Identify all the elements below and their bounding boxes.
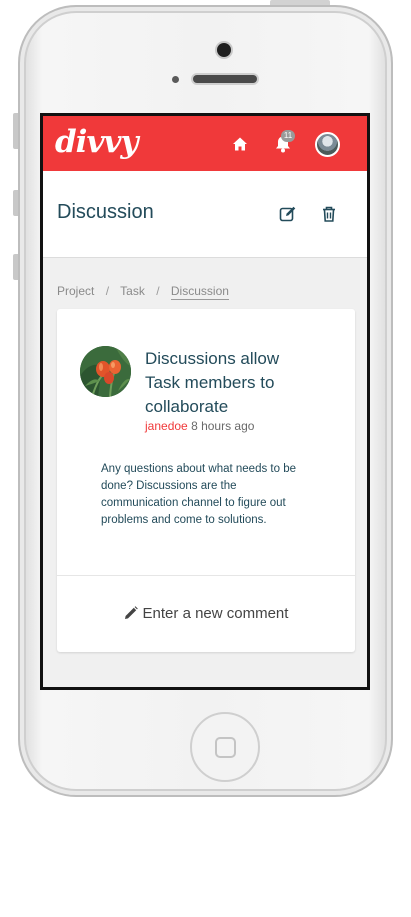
front-camera: [217, 43, 231, 57]
author-avatar: [80, 346, 131, 397]
breadcrumb-task[interactable]: Task: [120, 284, 145, 298]
new-comment-label: Enter a new comment: [142, 604, 289, 622]
page-header: Discussion: [43, 171, 367, 258]
tulip-photo: [80, 346, 131, 397]
page-title: Discussion: [57, 201, 154, 223]
breadcrumb-discussion[interactable]: Discussion: [170, 284, 229, 300]
divvy-logo[interactable]: divvy: [55, 124, 138, 160]
pencil-icon: [124, 606, 138, 619]
mute-switch: [13, 113, 18, 149]
user-avatar[interactable]: [315, 132, 340, 157]
home-icon[interactable]: [232, 136, 248, 152]
notification-count-badge: 11: [281, 130, 295, 142]
author-link[interactable]: janedoe: [145, 419, 188, 433]
post-title: Discussions allow Task members to collab…: [145, 349, 280, 416]
earpiece-speaker: [193, 75, 257, 83]
breadcrumb-project[interactable]: Project: [57, 284, 94, 298]
volume-down-button: [13, 254, 18, 280]
proximity-sensor: [172, 76, 179, 83]
discussion-card: Discussions allow Task members to collab…: [57, 309, 355, 652]
post-body: Any questions about what needs to be don…: [101, 463, 297, 526]
breadcrumb: Project / Task / Discussion: [57, 284, 229, 300]
power-button: [270, 0, 330, 5]
breadcrumb-separator: /: [156, 284, 160, 298]
breadcrumb-separator: /: [105, 284, 110, 298]
new-comment-button[interactable]: Enter a new comment: [57, 576, 355, 650]
edit-icon[interactable]: [279, 205, 297, 223]
hardware-home-button[interactable]: [190, 712, 260, 782]
trash-icon[interactable]: [320, 205, 338, 223]
app-bar: divvy 11: [43, 116, 367, 171]
post-meta: janedoe 8 hours ago: [145, 419, 254, 433]
post-time: 8 hours ago: [191, 419, 255, 433]
notifications-button[interactable]: 11: [273, 130, 295, 154]
phone-screen: divvy 11 Discussion Project / Task / Dis…: [40, 113, 370, 690]
home-button-square: [215, 737, 236, 758]
volume-up-button: [13, 190, 18, 216]
